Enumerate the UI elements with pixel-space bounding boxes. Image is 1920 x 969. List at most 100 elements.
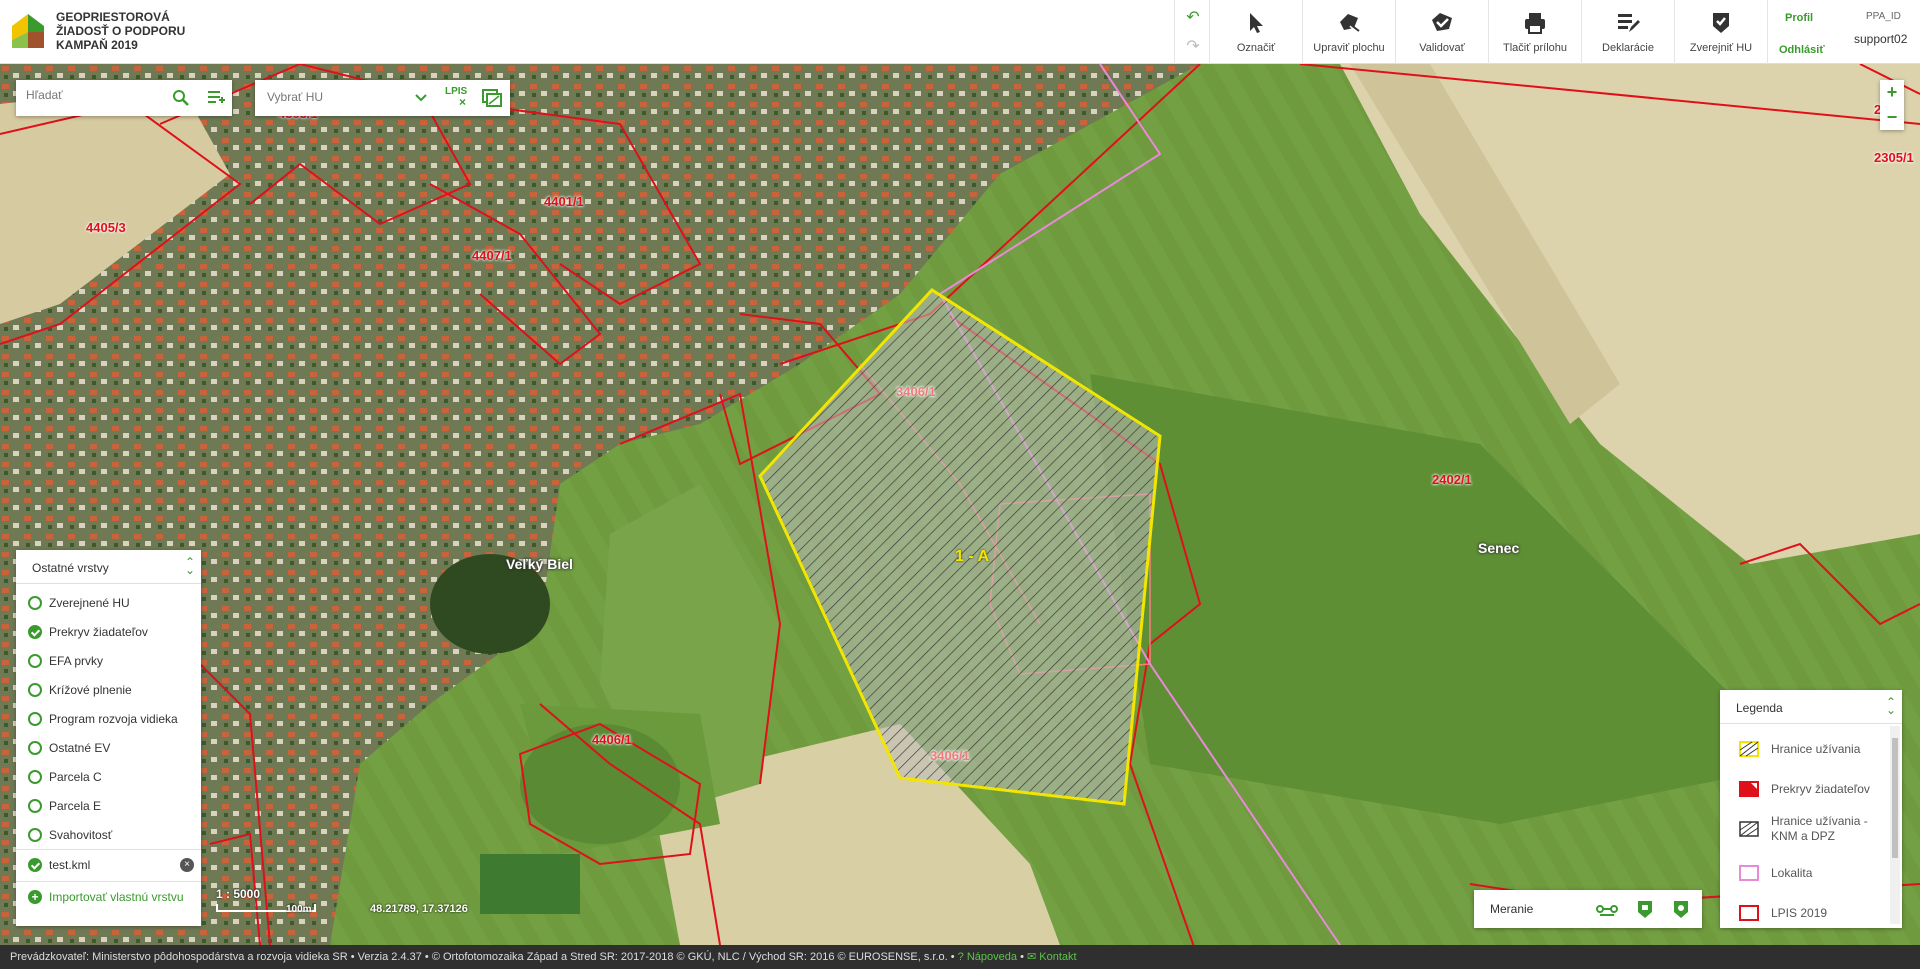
username: support02 [1854,32,1908,46]
measure-shape-icon[interactable] [1670,899,1692,919]
parcel-label: 3406/1 [896,384,936,399]
locality-icon [1739,865,1759,881]
measure-label: Meranie [1490,902,1534,916]
zoom-out-button[interactable]: − [1880,105,1904,130]
edit-area-button[interactable]: Upraviť plochu [1303,0,1396,64]
search-box [16,80,232,116]
app-logo-icon [12,14,44,48]
layer-label: Svahovitosť [49,828,113,842]
remove-layer-icon[interactable]: × [180,858,194,872]
footer-operator: Prevádzkovateľ: Ministerstvo pôdohospodá… [10,951,348,963]
applicant-overlap-icon [1739,781,1759,797]
filter-list-icon[interactable] [206,88,226,108]
scale-ratio: 1 : 5000 [216,887,261,901]
layer-item[interactable]: Ostatné EV [16,733,201,762]
footer-copyright: © Ortofotomozaika Západ a Stred SR: 2017… [431,951,948,963]
tool-label: Upraviť plochu [1313,42,1385,54]
layers-panel-header[interactable]: Ostatné vrstvy ⌃ ⌄ [16,550,201,584]
cursor-icon [1250,13,1263,33]
layer-item[interactable]: Zverejnené HU [16,588,201,617]
contact-link[interactable]: Kontakt [1039,951,1076,963]
legend-item: Prekryv žiadateľov [1720,768,1902,808]
town-label: Veľký Biel [506,556,573,572]
legend-header[interactable]: Legenda ⌃ ⌄ [1720,690,1902,724]
zoom-in-button[interactable]: + [1880,80,1904,105]
publish-hu-button[interactable]: Zverejniť HU [1675,0,1768,64]
layer-label: Ostatné EV [49,741,111,755]
layer-toggle[interactable] [28,712,42,726]
layers-copy-icon[interactable] [481,88,503,108]
layer-toggle[interactable] [28,683,42,697]
validate-icon [1432,13,1452,31]
layer-toggle[interactable] [28,596,42,610]
import-layer-label: Importovať vlastnú vrstvu [49,890,184,904]
layer-toggle[interactable] [28,770,42,784]
validate-button[interactable]: Validovať [1396,0,1489,64]
collapse-icon[interactable]: ⌃ ⌄ [185,556,195,576]
legend-item: LPIS 2019 [1720,892,1902,928]
cursor-coordinates: 48.21789, 17.37126 [370,903,468,915]
map-canvas[interactable]: 4303/1 4405/3 4401/1 4407/1 3406/1 2402/… [0,64,1920,945]
layer-item[interactable]: Parcela E [16,791,201,820]
layer-label: Zverejnené HU [49,596,130,610]
layer-label: EFA prvky [49,654,104,668]
mail-icon: ✉ [1026,951,1037,963]
print-attachment-button[interactable]: Tlačiť prílohu [1489,0,1582,64]
app-title-line: GEOPRIESTOROVÁ [56,10,170,24]
parcel-label: 2305/1 [1874,150,1914,165]
layer-item[interactable]: Program rozvoja vidieka [16,704,201,733]
search-icon[interactable] [172,89,190,107]
search-input[interactable] [26,88,166,102]
logout-link[interactable]: Odhlásiť [1779,44,1825,56]
select-hu-dropdown[interactable]: Vybrať HU LPIS × [255,80,510,116]
lpis-toggle-button[interactable]: LPIS × [445,86,471,110]
parcel-label: 4401/1 [544,194,584,209]
scale-bar-label: 100m [286,904,312,915]
redo-icon[interactable]: ↷ [1183,37,1203,57]
kml-layer-item[interactable]: test.kml × [16,849,201,881]
undo-icon[interactable]: ↶ [1183,8,1203,28]
knm-dpz-boundary-icon [1739,821,1759,837]
app-title-line: KAMPAŇ 2019 [56,38,138,52]
layer-toggle[interactable] [28,858,42,872]
parcel-label: 4406/1 [592,732,632,747]
select-tool-button[interactable]: Označiť [1210,0,1303,64]
help-link[interactable]: Nápoveda [967,951,1017,963]
layer-label: Program rozvoja vidieka [49,712,178,726]
declarations-button[interactable]: Deklarácie [1582,0,1675,64]
profile-box: Profil Odhlásiť [1763,0,1838,64]
profile-link[interactable]: Profil [1785,12,1813,24]
layer-item[interactable]: Krížové plnenie [16,675,201,704]
layer-label: Parcela E [49,799,102,813]
layer-item[interactable]: Prekryv žiadateľov [16,617,201,646]
layer-toggle[interactable] [28,625,42,639]
measure-distance-icon[interactable] [1596,899,1618,919]
legend-title: Legenda [1736,701,1783,715]
legend-label: Lokalita [1771,866,1813,880]
layer-item[interactable]: EFA prvky [16,646,201,675]
layers-panel: Ostatné vrstvy ⌃ ⌄ Zverejnené HU Prekryv … [16,550,201,926]
help-icon: ? [957,951,964,963]
tool-label: Deklarácie [1602,42,1654,54]
layer-toggle[interactable] [28,741,42,755]
undo-redo-group: ↶ ↷ [1174,0,1210,64]
lpis-icon [1739,905,1759,921]
layer-label: Parcela C [49,770,102,784]
import-layer-button[interactable]: + Importovať vlastnú vrstvu [16,881,201,913]
layer-toggle[interactable] [28,799,42,813]
legend-label: Prekryv žiadateľov [1771,782,1870,796]
measure-area-icon[interactable] [1634,899,1656,919]
tool-label: Zverejniť HU [1689,42,1753,54]
tool-label: Tlačiť prílohu [1502,42,1568,54]
main-toolbar: Označiť Upraviť plochu Validovať Tlačiť … [1210,0,1768,64]
legend-item: Hranice užívania [1720,728,1902,768]
layer-item[interactable]: Parcela C [16,762,201,791]
tool-label: Označiť [1236,42,1276,54]
parcel-label: 4405/3 [86,220,126,235]
legend-scrollbar[interactable] [1890,726,1900,924]
town-label: Senec [1478,540,1520,556]
layer-toggle[interactable] [28,654,42,668]
layer-toggle[interactable] [28,828,42,842]
collapse-icon[interactable]: ⌃ ⌄ [1886,696,1896,716]
layer-item[interactable]: Svahovitosť [16,820,201,849]
